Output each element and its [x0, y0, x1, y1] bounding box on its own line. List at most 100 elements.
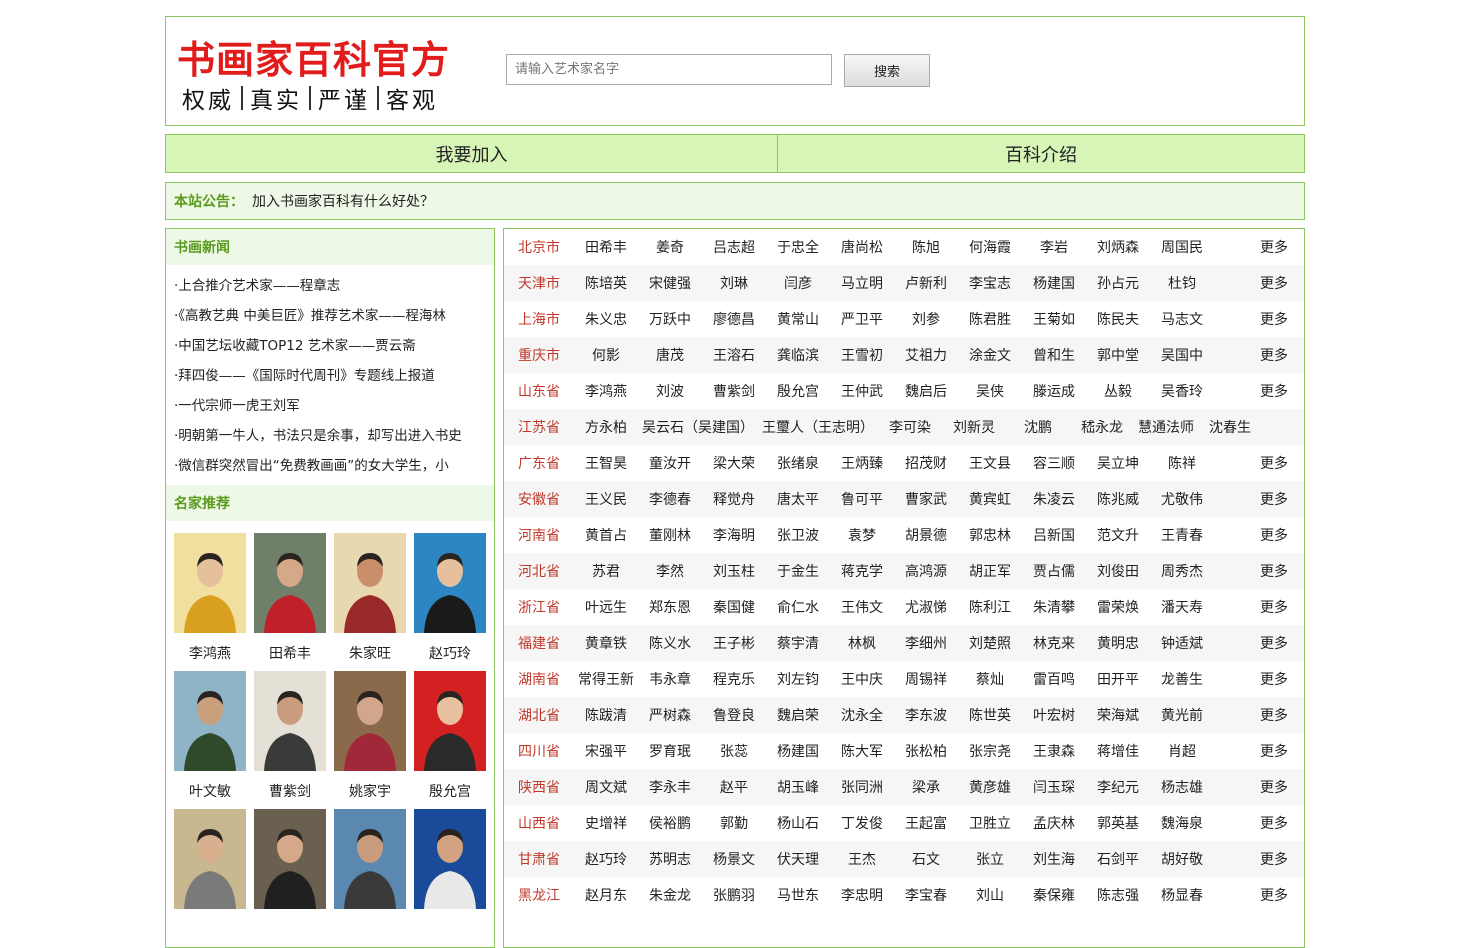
artist-name[interactable]: 赵巧玲 [414, 637, 486, 671]
artist-name[interactable]: 叶文敏 [174, 775, 246, 809]
artist-link[interactable]: 宋强平 [574, 741, 638, 761]
artist-link[interactable]: 释觉舟 [702, 489, 766, 509]
artist-link[interactable]: 刘参 [894, 309, 958, 329]
artist-link[interactable]: 郭中堂 [1086, 345, 1150, 365]
artist-link[interactable]: 王杰 [830, 849, 894, 869]
artist-link[interactable]: 李可染 [878, 417, 942, 437]
more-link[interactable]: 更多 [1244, 453, 1304, 473]
artist-link[interactable]: 杨景文 [702, 849, 766, 869]
artist-link[interactable]: 李德春 [638, 489, 702, 509]
artist-card[interactable]: 殷允宫 [414, 671, 486, 809]
artist-link[interactable]: 王溶石 [702, 345, 766, 365]
artist-link[interactable]: 周锡祥 [894, 669, 958, 689]
province-link[interactable]: 四川省 [504, 741, 574, 761]
artist-link[interactable]: 吴立坤 [1086, 453, 1150, 473]
artist-link[interactable]: 王中庆 [830, 669, 894, 689]
artist-link[interactable]: 刘生海 [1022, 849, 1086, 869]
artist-link[interactable]: 刘波 [638, 381, 702, 401]
artist-link[interactable]: 王青春 [1150, 525, 1214, 545]
artist-card[interactable]: 曹紫剑 [254, 671, 326, 809]
artist-card[interactable] [254, 809, 326, 947]
artist-link[interactable]: 史增祥 [574, 813, 638, 833]
artist-link[interactable]: 朱金龙 [638, 885, 702, 905]
artist-link[interactable]: 胡正军 [958, 561, 1022, 581]
artist-link[interactable]: 尤淑悌 [894, 597, 958, 617]
artist-link[interactable]: 沈永全 [830, 705, 894, 725]
nav-about[interactable]: 百科介绍 [778, 135, 1304, 172]
artist-link[interactable]: 李宝春 [894, 885, 958, 905]
artist-link[interactable]: 刘琳 [702, 273, 766, 293]
artist-link[interactable]: 王仲武 [830, 381, 894, 401]
artist-link[interactable]: 闫彦 [766, 273, 830, 293]
artist-link[interactable]: 张鹏羽 [702, 885, 766, 905]
artist-link[interactable]: 吕新国 [1022, 525, 1086, 545]
artist-card[interactable]: 姚家宇 [334, 671, 406, 809]
artist-link[interactable]: 方永柏 [574, 417, 638, 437]
artist-link[interactable]: 鲁登良 [702, 705, 766, 725]
province-link[interactable]: 湖北省 [504, 705, 574, 725]
artist-link[interactable]: 林克来 [1022, 633, 1086, 653]
more-link[interactable]: 更多 [1244, 813, 1304, 833]
artist-link[interactable]: 李然 [638, 561, 702, 581]
artist-link[interactable]: 艾祖力 [894, 345, 958, 365]
artist-link[interactable]: 赵月东 [574, 885, 638, 905]
artist-link[interactable]: 张蕊 [702, 741, 766, 761]
nav-join[interactable]: 我要加入 [166, 135, 778, 172]
artist-name[interactable] [414, 913, 486, 947]
artist-link[interactable]: 黄章铁 [574, 633, 638, 653]
artist-link[interactable]: 李纪元 [1086, 777, 1150, 797]
artist-link[interactable]: 刘炳森 [1086, 237, 1150, 257]
artist-link[interactable]: 闫玉琛 [1022, 777, 1086, 797]
artist-link[interactable]: 蒋克学 [830, 561, 894, 581]
artist-link[interactable]: 何海霞 [958, 237, 1022, 257]
artist-link[interactable]: 郭忠林 [958, 525, 1022, 545]
artist-link[interactable]: 张宗尧 [958, 741, 1022, 761]
artist-link[interactable]: 贾占儒 [1022, 561, 1086, 581]
artist-link[interactable]: 曹紫剑 [702, 381, 766, 401]
artist-link[interactable]: 杨显春 [1150, 885, 1214, 905]
artist-link[interactable]: 李忠明 [830, 885, 894, 905]
artist-link[interactable]: 魏启后 [894, 381, 958, 401]
artist-link[interactable]: 宋健强 [638, 273, 702, 293]
artist-link[interactable]: 魏启荣 [766, 705, 830, 725]
artist-link[interactable]: 吴国中 [1150, 345, 1214, 365]
province-link[interactable]: 河南省 [504, 525, 574, 545]
artist-link[interactable]: 王璽人（王志明） [758, 417, 878, 437]
artist-link[interactable]: 万跃中 [638, 309, 702, 329]
artist-name[interactable]: 田希丰 [254, 637, 326, 671]
artist-link[interactable]: 唐尚松 [830, 237, 894, 257]
artist-link[interactable]: 刘楚照 [958, 633, 1022, 653]
artist-link[interactable]: 王义民 [574, 489, 638, 509]
artist-link[interactable]: 郭勤 [702, 813, 766, 833]
artist-link[interactable]: 杨山石 [766, 813, 830, 833]
artist-photo[interactable] [334, 809, 406, 909]
artist-link[interactable]: 鲁可平 [830, 489, 894, 509]
more-link[interactable]: 更多 [1244, 885, 1304, 905]
artist-link[interactable]: 潘天寿 [1150, 597, 1214, 617]
artist-link[interactable]: 梁大荣 [702, 453, 766, 473]
artist-link[interactable]: 刘玉柱 [702, 561, 766, 581]
artist-link[interactable]: 李海明 [702, 525, 766, 545]
artist-link[interactable]: 叶远生 [574, 597, 638, 617]
artist-link[interactable]: 唐茂 [638, 345, 702, 365]
artist-link[interactable]: 韦永章 [638, 669, 702, 689]
artist-card[interactable]: 朱家旺 [334, 533, 406, 671]
artist-photo[interactable] [414, 533, 486, 633]
artist-name[interactable]: 李鸿燕 [174, 637, 246, 671]
artist-card[interactable] [174, 809, 246, 947]
artist-link[interactable]: 罗育珉 [638, 741, 702, 761]
artist-link[interactable]: 梁承 [894, 777, 958, 797]
province-link[interactable]: 重庆市 [504, 345, 574, 365]
artist-link[interactable]: 招茂财 [894, 453, 958, 473]
artist-link[interactable]: 张卫波 [766, 525, 830, 545]
artist-link[interactable]: 丛毅 [1086, 381, 1150, 401]
artist-link[interactable]: 陈义水 [638, 633, 702, 653]
province-link[interactable]: 福建省 [504, 633, 574, 653]
artist-photo[interactable] [414, 809, 486, 909]
artist-link[interactable]: 陈大军 [830, 741, 894, 761]
artist-link[interactable]: 肖超 [1150, 741, 1214, 761]
artist-link[interactable]: 吴云石（吴建国） [638, 417, 758, 437]
artist-link[interactable]: 范文升 [1086, 525, 1150, 545]
artist-link[interactable]: 袁梦 [830, 525, 894, 545]
artist-link[interactable]: 马世东 [766, 885, 830, 905]
